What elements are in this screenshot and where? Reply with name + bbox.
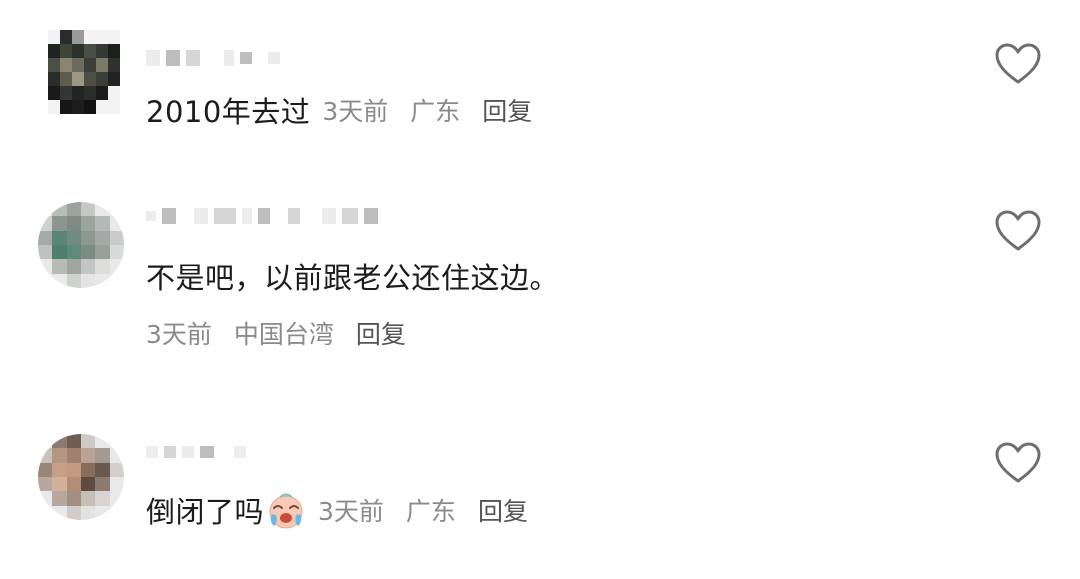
- comment-text: 不是吧，以前跟老公还住这边。: [146, 261, 560, 295]
- reply-button[interactable]: 回复: [482, 92, 532, 128]
- avatar[interactable]: [48, 30, 120, 114]
- comment-text: 2010年去过: [146, 95, 311, 129]
- comment-line: 2010年去过 3天前 广东 回复: [146, 90, 532, 130]
- heart-outline-icon[interactable]: [994, 209, 1042, 253]
- heart-outline-icon[interactable]: [994, 441, 1042, 485]
- comment-time: 3天前: [318, 497, 384, 526]
- crying-emoji: [269, 493, 303, 529]
- comment-meta-line: 3天前 中国台湾 回复: [146, 313, 406, 353]
- comment-location: 广东: [405, 497, 456, 526]
- reply-button[interactable]: 回复: [356, 315, 406, 351]
- avatar[interactable]: [38, 202, 124, 288]
- comment-time: 3天前: [322, 97, 389, 126]
- username-obscured[interactable]: [146, 436, 246, 468]
- avatar[interactable]: [38, 434, 124, 520]
- comment-time: 3天前: [146, 320, 212, 349]
- comment-location: 中国台湾: [233, 320, 334, 349]
- comment-text: 倒闭了吗: [146, 495, 265, 529]
- heart-outline-icon[interactable]: [994, 42, 1042, 86]
- reply-button[interactable]: 回复: [478, 492, 528, 528]
- comment-location: 广东: [410, 97, 461, 126]
- comment-line: 不是吧，以前跟老公还住这边。: [146, 254, 559, 298]
- comment-line: 倒闭了吗 3天前 广东 回复: [146, 488, 528, 532]
- username-obscured[interactable]: [146, 200, 378, 232]
- username-obscured[interactable]: [146, 42, 280, 74]
